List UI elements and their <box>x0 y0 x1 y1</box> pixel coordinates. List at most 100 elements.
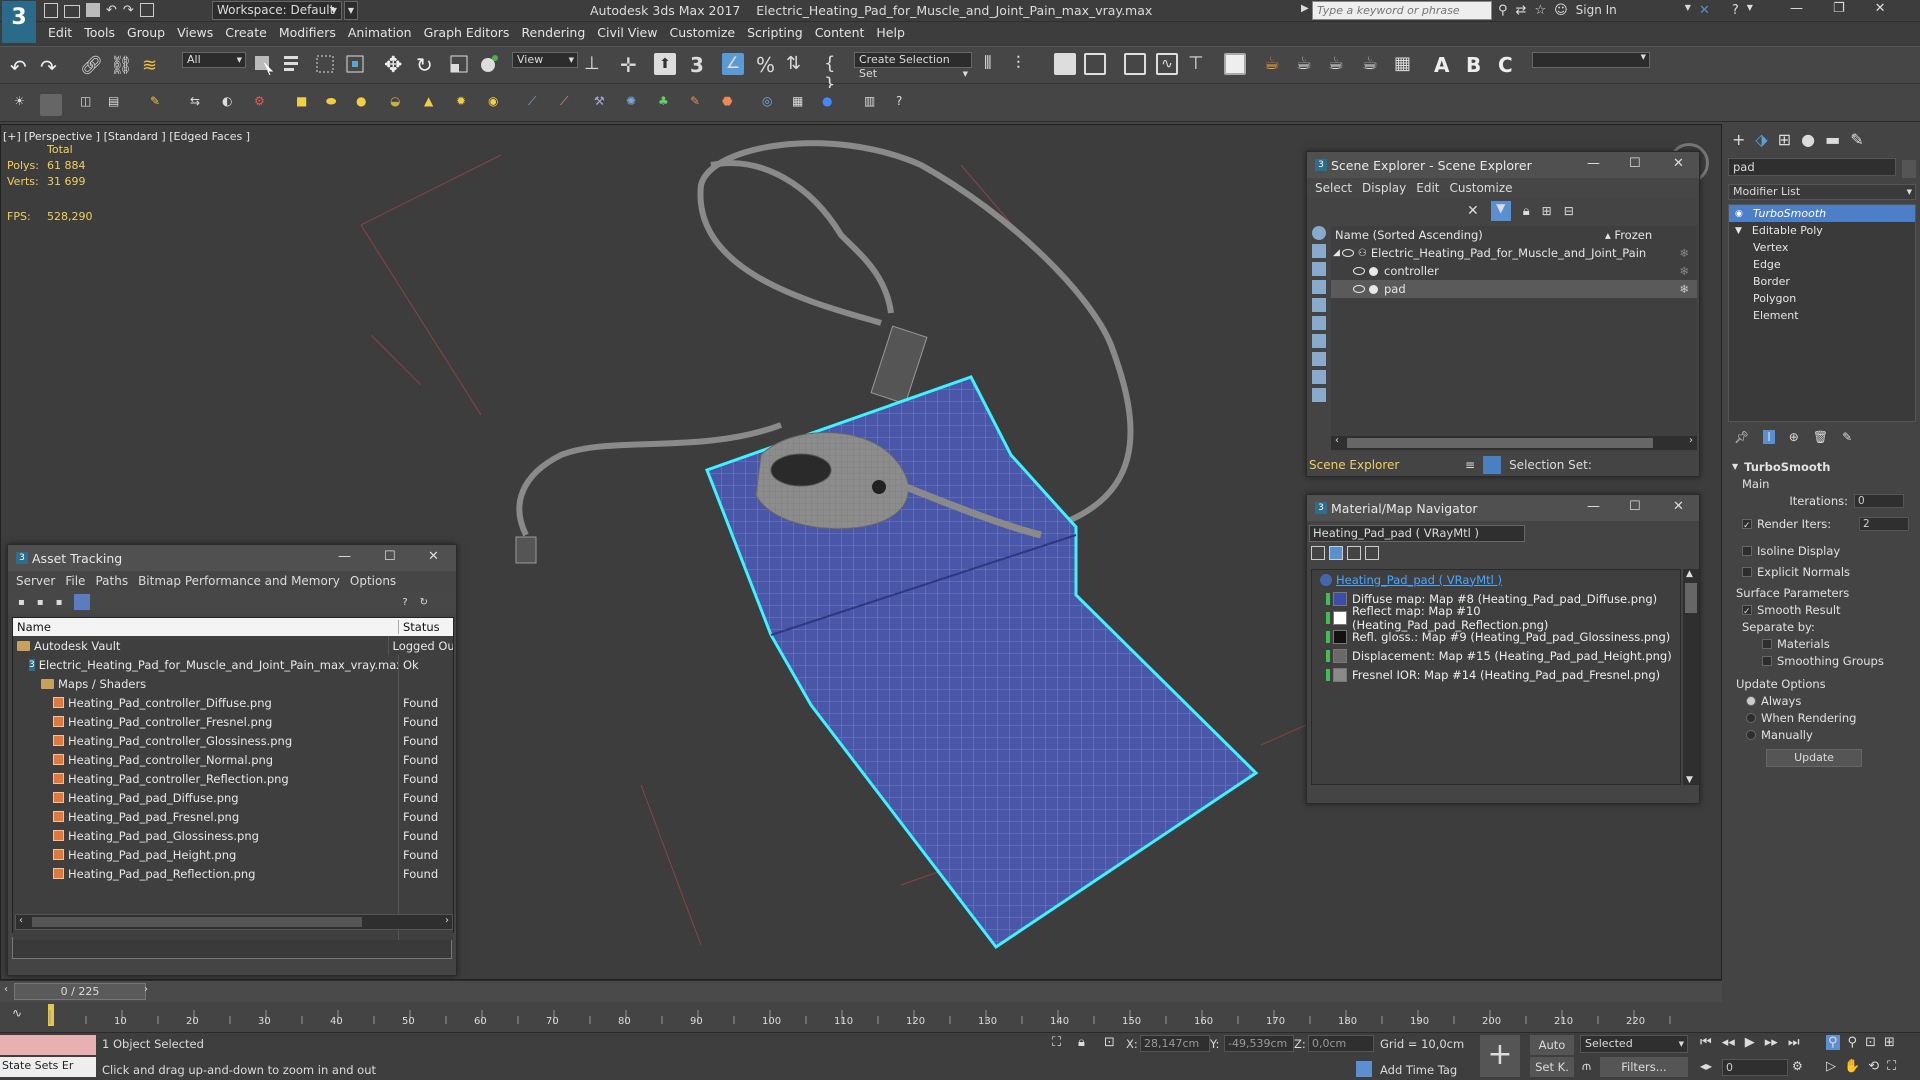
scene-explorer-dropdown[interactable]: Scene Explorer <box>1307 458 1453 472</box>
undo-icon[interactable]: ↶ <box>10 55 32 79</box>
horizontal-scrollbar[interactable]: ‹ › <box>15 914 453 930</box>
workspace-dropdown[interactable]: Workspace: Default ▼ <box>212 1 342 20</box>
spacewarp-icon[interactable]: ⇆ <box>190 94 212 116</box>
subobject-level-item[interactable]: Vertex <box>1729 239 1915 256</box>
reference-coordinate-dropdown[interactable]: View ▼ <box>512 52 578 68</box>
display-all-icon[interactable] <box>1312 388 1326 402</box>
chevron-down-icon[interactable]: ▼ <box>1747 3 1753 18</box>
maximize-icon[interactable]: ☐ <box>384 549 396 564</box>
hierarchy-tab-icon[interactable]: ⊞ <box>1778 130 1791 149</box>
particle-tool-icon[interactable]: ✺ <box>626 94 648 116</box>
object-color-swatch[interactable] <box>1902 160 1916 178</box>
system-icon[interactable]: ◐ <box>222 94 244 116</box>
y-coordinate-field[interactable]: -49,539cm <box>1224 1035 1294 1052</box>
chevron-down-icon[interactable]: ▼ <box>1685 3 1691 18</box>
update-button[interactable]: Update <box>1766 749 1862 767</box>
refresh-icon[interactable]: ↻ <box>420 597 428 608</box>
close-icon[interactable]: ✕ <box>1875 1 1886 16</box>
make-unique-icon[interactable]: ⊕ <box>1789 430 1799 444</box>
display-helpers-icon[interactable] <box>1312 298 1326 312</box>
maximize-viewport-icon[interactable]: ⛶ <box>1887 1059 1896 1074</box>
subobject-level-item[interactable]: Polygon <box>1729 290 1915 307</box>
time-slider[interactable]: ‹ 0 / 225 › <box>0 980 1722 1002</box>
create-tab-icon[interactable]: + <box>1732 130 1745 149</box>
redo-icon[interactable]: ↷ <box>123 3 134 18</box>
move-icon[interactable]: ✥ <box>384 53 406 78</box>
remove-modifier-icon[interactable]: 🗑︎ <box>1813 430 1828 444</box>
asset-row[interactable]: Heating_Pad_controller_Diffuse.png Found <box>13 693 453 712</box>
line-tool-icon[interactable]: ⟋ <box>560 94 582 116</box>
absolute-mode-icon[interactable]: ⊡ <box>1104 1035 1115 1050</box>
auto-key-button[interactable]: Auto <box>1530 1035 1574 1055</box>
sign-in-link[interactable]: Sign In <box>1576 3 1617 18</box>
asset-row[interactable]: Heating_Pad_pad_Height.png Found <box>13 845 453 864</box>
layer-explorer-icon[interactable] <box>1084 53 1106 75</box>
menu-content[interactable]: Content <box>809 22 871 43</box>
minimize-icon[interactable]: — <box>1587 499 1600 514</box>
select-manipulate-icon[interactable]: ✛ <box>620 53 642 77</box>
freeze-icon[interactable]: ❄ <box>1679 282 1689 296</box>
wire-tool-icon[interactable]: ● <box>822 94 844 116</box>
help-icon[interactable]: ? <box>1732 3 1739 18</box>
scene-child-row-selected[interactable]: pad ❄ <box>1331 280 1697 298</box>
visibility-eye-icon[interactable] <box>1341 249 1354 257</box>
ribbon-toggle-icon[interactable] <box>1124 53 1146 75</box>
menu-help[interactable]: Help <box>870 22 911 43</box>
menu-graph-editors[interactable]: Graph Editors <box>418 22 516 43</box>
material-map-row[interactable]: Reflect map: Map #10 (Heating_Pad_pad_Re… <box>1312 604 1680 632</box>
menu-views[interactable]: Views <box>171 22 219 43</box>
shape-tool-icon[interactable]: ⟋ <box>528 94 550 116</box>
view-list-icon[interactable]: ▪ <box>37 597 44 608</box>
cone-icon[interactable]: ▲ <box>424 94 446 116</box>
asset-menu-paths[interactable]: Paths <box>95 574 128 588</box>
sphere-icon[interactable]: ◫ <box>80 94 102 116</box>
search-input[interactable] <box>1312 1 1492 20</box>
view-small-icons-icon[interactable] <box>1347 546 1361 560</box>
scroll-left-icon[interactable]: ‹ <box>1335 435 1339 446</box>
menu-create[interactable]: Create <box>219 22 273 43</box>
help-tool-icon[interactable]: ? <box>896 94 918 116</box>
box-icon[interactable]: ▤ <box>108 94 130 116</box>
user-icon[interactable]: ☺ <box>1554 3 1568 18</box>
keyboard-shortcut-icon[interactable]: ⬆ <box>654 53 676 75</box>
scene-child-row[interactable]: controller ❄ <box>1331 262 1697 280</box>
freeze-icon[interactable]: ❄ <box>1679 264 1689 278</box>
help-icon[interactable]: ? <box>402 597 407 608</box>
subobject-level-item[interactable]: Edge <box>1729 256 1915 273</box>
minimize-icon[interactable]: — <box>1587 156 1600 171</box>
previous-key-icon[interactable]: ◂◂ <box>1722 1035 1735 1050</box>
scroll-thumb[interactable] <box>32 917 362 927</box>
fov-icon[interactable]: ▷ <box>1826 1059 1836 1074</box>
restore-icon[interactable]: ❐ <box>1833 1 1845 16</box>
display-tab-icon[interactable]: ▬ <box>1825 130 1840 149</box>
lock-icon[interactable]: 🔒︎ <box>1523 204 1530 219</box>
set-key-button[interactable]: Set K. <box>1530 1057 1574 1077</box>
helper-icon[interactable]: ✎ <box>150 94 172 116</box>
explicit-normals-checkbox[interactable] <box>1742 566 1752 577</box>
asset-row[interactable]: Heating_Pad_controller_Normal.png Found <box>13 750 453 769</box>
orbit-icon[interactable]: ⟲ <box>1868 1059 1879 1074</box>
filters-button[interactable]: Filters... <box>1600 1057 1688 1077</box>
layers-icon[interactable]: ≡ <box>1465 458 1475 472</box>
show-end-result-icon[interactable]: I <box>1763 430 1775 444</box>
menu-group[interactable]: Group <box>121 22 171 43</box>
visibility-eye-icon[interactable] <box>1353 285 1365 293</box>
modifier-stack-item[interactable]: ◉ TurboSmooth <box>1729 205 1915 222</box>
scroll-thumb[interactable] <box>1685 583 1697 613</box>
menu-tools[interactable]: Tools <box>78 22 121 43</box>
minimize-icon[interactable]: — <box>338 549 351 564</box>
maxscript-listener[interactable] <box>0 1035 96 1055</box>
x-icon[interactable]: ✕ <box>1699 3 1710 18</box>
spinner-snap-icon[interactable]: ⇅ <box>786 53 808 75</box>
minimize-icon[interactable]: — <box>1790 1 1803 16</box>
close-icon[interactable]: ✕ <box>428 549 439 564</box>
binoculars-icon[interactable]: ⚲ <box>1498 3 1508 18</box>
project-icon[interactable] <box>139 3 154 17</box>
material-map-row[interactable]: Fresnel IOR: Map #14 (Heating_Pad_pad_Fr… <box>1312 665 1680 684</box>
schematic-view-icon[interactable]: ⊤ <box>1188 53 1210 75</box>
vray-a-icon[interactable]: A <box>1434 53 1456 77</box>
asset-menu-server[interactable]: Server <box>16 574 55 588</box>
col-frozen[interactable]: ▴ Frozen <box>1605 228 1652 242</box>
next-frame-icon[interactable]: › <box>144 984 148 995</box>
rect-selection-icon[interactable] <box>314 53 336 75</box>
